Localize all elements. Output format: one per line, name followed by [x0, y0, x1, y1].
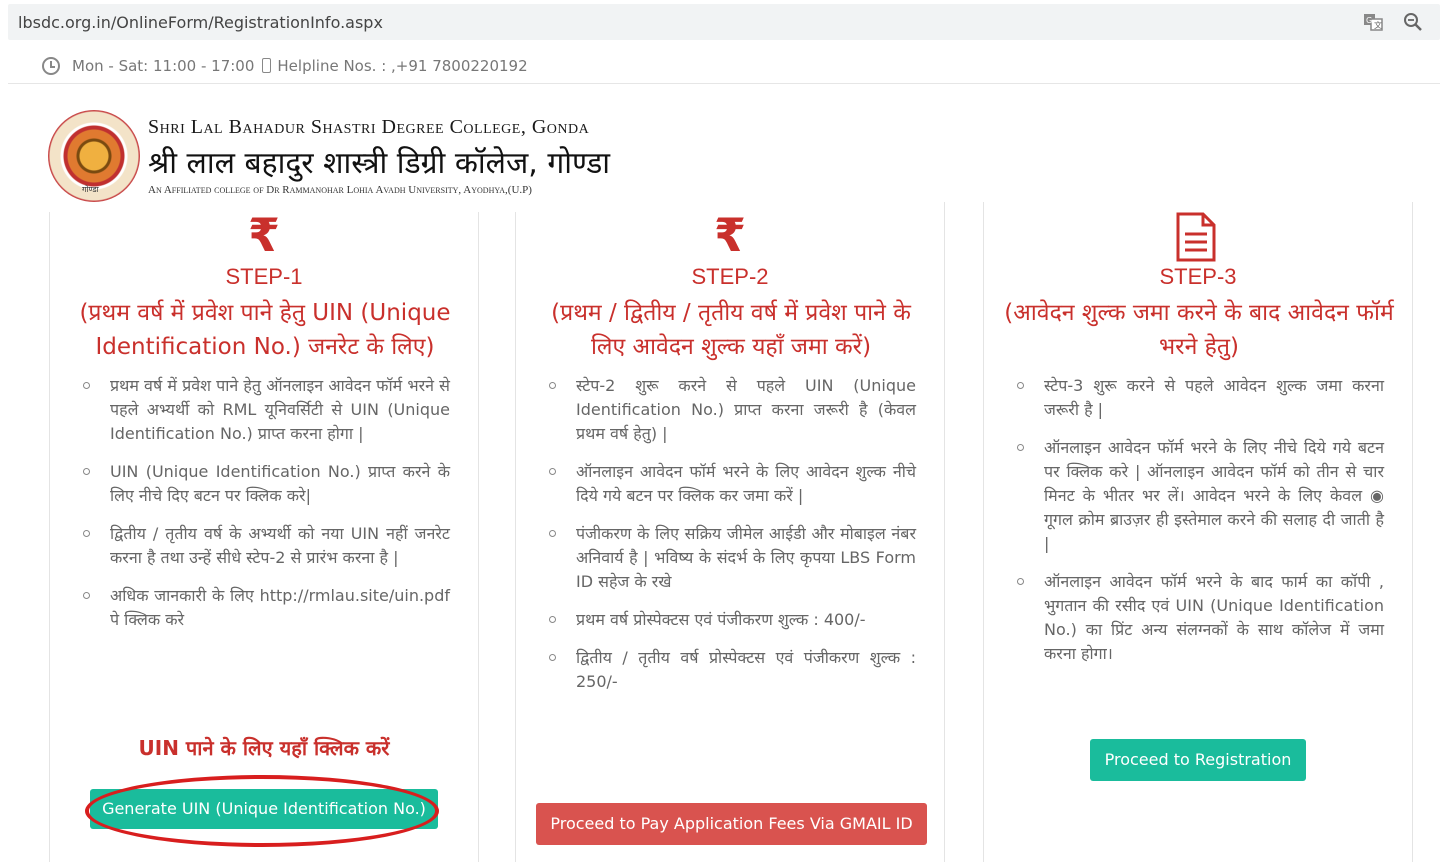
- rupee-icon: ₹: [247, 208, 280, 262]
- step-2-list: स्टेप-2 शुरू करने से पहले UIN (Unique Id…: [546, 374, 916, 708]
- step-2-card: ₹ STEP-2 (प्रथम / द्वितीय / तृतीय वर्ष म…: [515, 202, 945, 862]
- zoom-icon[interactable]: [1400, 9, 1426, 35]
- college-title-en: Shri Lal Bahadur Shastri Degree College,…: [148, 116, 590, 138]
- phone-icon: [262, 58, 272, 73]
- rupee-icon: ₹: [713, 208, 746, 262]
- step-1-card: ₹ STEP-1 (प्रथम वर्ष में प्रवेश पाने हेत…: [49, 202, 479, 862]
- college-logo: गोण्डा: [48, 110, 140, 202]
- step-3-title: STEP-3: [1159, 264, 1237, 289]
- list-item: द्वितीय / तृतीय वर्ष प्रोस्पेक्टस एवं पं…: [546, 646, 916, 694]
- contact-info-bar: Mon - Sat: 11:00 - 17:00 Helpline Nos. :…: [8, 48, 1440, 84]
- address-bar[interactable]: lbsdc.org.in/OnlineForm/RegistrationInfo…: [8, 4, 1440, 40]
- list-item: ऑनलाइन आवेदन फॉर्म भरने के लिए नीचे दिये…: [1014, 436, 1384, 556]
- college-header: गोण्डा Shri Lal Bahadur Shastri Degree C…: [42, 100, 648, 212]
- translate-icon[interactable]: G文: [1360, 9, 1386, 35]
- step-3-list: स्टेप-3 शुरू करने से पहले आवेदन शुल्क जम…: [1014, 374, 1384, 680]
- svg-text:G: G: [1366, 16, 1372, 25]
- step-3-subtitle: (आवेदन शुल्क जमा करने के बाद आवेदन फॉर्म…: [1004, 300, 1394, 360]
- college-title-hi: श्री लाल बहादुर शास्त्री डिग्री कॉलेज, ग…: [148, 146, 611, 181]
- uin-click-here-link[interactable]: UIN पाने के लिए यहाँ क्लिक करें: [50, 734, 478, 761]
- step-2-title: STEP-2: [691, 264, 769, 289]
- step-1-subtitle: (प्रथम वर्ष में प्रवेश पाने हेतु UIN (Un…: [79, 300, 451, 360]
- list-item: ऑनलाइन आवेदन फॉर्म भरने के लिए आवेदन शुल…: [546, 460, 916, 508]
- url-text[interactable]: lbsdc.org.in/OnlineForm/RegistrationInfo…: [18, 13, 1360, 32]
- pay-application-fees-button[interactable]: Proceed to Pay Application Fees Via GMAI…: [536, 803, 927, 845]
- svg-text:文: 文: [1374, 20, 1382, 30]
- list-item: पंजीकरण के लिए सक्रिय जीमेल आईडी और मोबा…: [546, 522, 916, 594]
- list-item: स्टेप-2 शुरू करने से पहले UIN (Unique Id…: [546, 374, 916, 446]
- step-2-subtitle: (प्रथम / द्वितीय / तृतीय वर्ष में प्रवेश…: [551, 300, 911, 360]
- list-item: ऑनलाइन आवेदन फॉर्म भरने के बाद फार्म का …: [1014, 570, 1384, 666]
- college-affiliation: An Affiliated college of Dr Rammanohar L…: [148, 184, 532, 196]
- document-icon: [1176, 212, 1216, 262]
- list-item: स्टेप-3 शुरू करने से पहले आवेदन शुल्क जम…: [1014, 374, 1384, 422]
- step-3-card: STEP-3 (आवेदन शुल्क जमा करने के बाद आवेद…: [983, 202, 1413, 862]
- step-1-title: STEP-1: [225, 264, 303, 289]
- proceed-to-registration-button[interactable]: Proceed to Registration: [1090, 739, 1306, 781]
- logo-caption: गोण्डा: [82, 185, 99, 194]
- list-item[interactable]: अधिक जानकारी के लिए http://rmlau.site/ui…: [80, 584, 450, 632]
- list-item: प्रथम वर्ष प्रोस्पेक्टस एवं पंजीकरण शुल्…: [546, 608, 916, 632]
- list-item: UIN (Unique Identification No.) प्राप्त …: [80, 460, 450, 508]
- office-hours: Mon - Sat: 11:00 - 17:00: [72, 56, 255, 75]
- generate-uin-button[interactable]: Generate UIN (Unique Identification No.): [90, 789, 438, 829]
- list-item: प्रथम वर्ष में प्रवेश पाने हेतु ऑनलाइन आ…: [80, 374, 450, 446]
- clock-icon: [42, 56, 60, 75]
- helpline-numbers: Helpline Nos. : ,+91 7800220192: [277, 56, 528, 75]
- list-item: द्वितीय / तृतीय वर्ष के अभ्यर्थी को नया …: [80, 522, 450, 570]
- step-1-list: प्रथम वर्ष में प्रवेश पाने हेतु ऑनलाइन आ…: [80, 374, 450, 646]
